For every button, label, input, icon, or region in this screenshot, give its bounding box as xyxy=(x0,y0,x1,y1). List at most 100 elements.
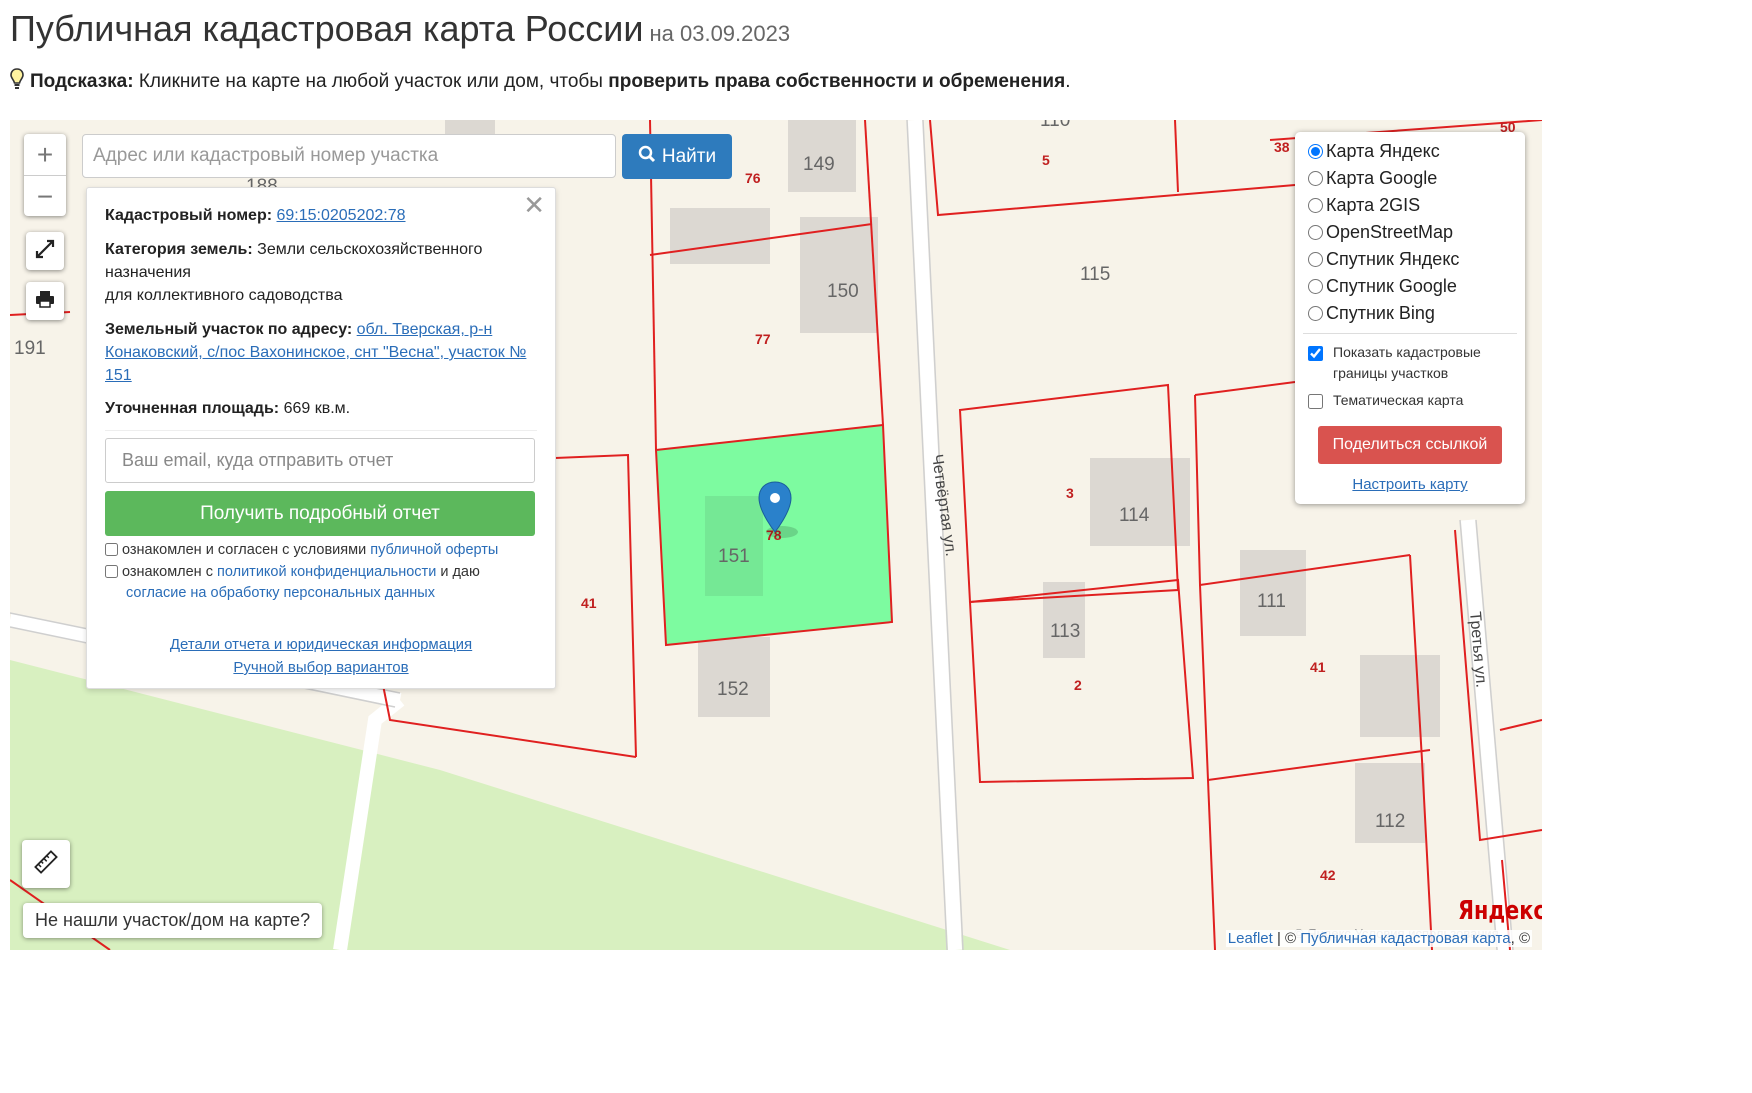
get-report-button[interactable]: Получить подробный отчет xyxy=(105,491,535,536)
layer-option-label: Спутник Яндекс xyxy=(1326,249,1460,269)
layer-radio[interactable] xyxy=(1308,225,1323,240)
zoom-in-button[interactable]: + xyxy=(24,134,66,176)
show-boundaries-line2: границы участков xyxy=(1333,365,1449,381)
layer-option-label: Карта Google xyxy=(1326,168,1438,188)
plot-label: 77 xyxy=(755,331,771,347)
category-label: Категория земель: xyxy=(105,241,253,258)
not-found-button[interactable]: Не нашли участок/дом на карте? xyxy=(23,903,323,938)
thematic-map-option[interactable]: Тематическая карта xyxy=(1308,390,1463,411)
email-field[interactable] xyxy=(105,438,535,483)
layer-option-yandex-map[interactable]: Карта Яндекс xyxy=(1308,141,1440,162)
thematic-map-label: Тематическая карта xyxy=(1333,392,1464,408)
configure-map-link[interactable]: Настроить карту xyxy=(1352,476,1467,493)
privacy-policy-link[interactable]: политикой конфиденциальности xyxy=(217,564,436,580)
configure-map-row: Настроить карту xyxy=(1295,476,1525,493)
manual-selection-link[interactable]: Ручной выбор вариантов xyxy=(233,659,408,676)
cadastral-number-row: Кадастровый номер: 69:15:0205202:78 xyxy=(105,204,537,227)
plot-label: 41 xyxy=(1310,659,1326,675)
agree-offer-text: ознакомлен и согласен с условиями xyxy=(122,542,367,558)
plot-label: 3 xyxy=(1066,485,1074,501)
layer-option-label: Спутник Bing xyxy=(1326,303,1435,323)
show-boundaries-line1: Показать кадастровые xyxy=(1333,344,1481,360)
house-label: 114 xyxy=(1119,505,1150,526)
house-label: 150 xyxy=(827,281,859,302)
area-row: Уточненная площадь: 669 кв.м. xyxy=(105,397,537,420)
land-category-row: Категория земель: Земли сельскохозяйстве… xyxy=(105,238,537,307)
category-line1: Земли сельскохозяйственного xyxy=(257,241,483,258)
attribution-tail: , © xyxy=(1510,930,1530,947)
hint-bar: Подсказка: Кликните на карте на любой уч… xyxy=(10,68,1070,96)
printer-icon xyxy=(35,289,55,314)
plot-label: 76 xyxy=(745,170,761,186)
layer-option-yandex-sat[interactable]: Спутник Яндекс xyxy=(1308,249,1459,270)
manual-link-row: Ручной выбор вариантов xyxy=(87,656,555,679)
search-icon xyxy=(638,145,656,169)
layer-radio[interactable] xyxy=(1308,252,1323,267)
print-button[interactable] xyxy=(26,282,64,320)
popup-divider xyxy=(105,430,537,431)
agree-offer-checkbox[interactable] xyxy=(105,543,118,556)
ruler-icon xyxy=(34,849,58,879)
plot-label: 5 xyxy=(1042,152,1050,168)
plot-label: 42 xyxy=(1320,867,1336,883)
pkk-link[interactable]: Публичная кадастровая карта xyxy=(1300,930,1510,947)
search-button[interactable]: Найти xyxy=(622,134,732,179)
layer-radio[interactable] xyxy=(1308,171,1323,186)
plot-label: 2 xyxy=(1074,677,1082,693)
layer-separator xyxy=(1303,333,1517,334)
category-line2: назначения xyxy=(105,264,191,281)
show-boundaries-option[interactable]: Показать кадастровые границы участков xyxy=(1308,342,1481,384)
layer-radio[interactable] xyxy=(1308,306,1323,321)
leaflet-link[interactable]: Leaflet xyxy=(1228,930,1273,947)
plot-label: 38 xyxy=(1274,139,1290,155)
cadastral-number-link[interactable]: 69:15:0205202:78 xyxy=(277,207,406,224)
layer-radio[interactable] xyxy=(1308,144,1323,159)
area-value: 669 кв.м. xyxy=(283,400,351,417)
lightbulb-icon xyxy=(10,68,24,96)
map-container[interactable]: 76 77 5 38 50 3 2 41 41 42 78 149 150 15… xyxy=(10,120,1542,950)
house-label: 151 xyxy=(718,546,750,567)
show-boundaries-checkbox[interactable] xyxy=(1308,346,1323,361)
personal-data-consent-link[interactable]: согласие на обработку персональных данны… xyxy=(126,585,435,601)
share-link-button[interactable]: Поделиться ссылкой xyxy=(1318,426,1502,464)
street-label: Третья ул. xyxy=(1466,611,1490,689)
yandex-logo: Яндекс xyxy=(1458,896,1542,926)
house-label: 113 xyxy=(1050,621,1080,642)
fullscreen-button[interactable] xyxy=(26,232,64,270)
house-label: 115 xyxy=(1080,264,1110,285)
house-label: 191 xyxy=(14,338,46,359)
house-label: 110 xyxy=(1040,120,1070,131)
zoom-control: + − xyxy=(24,134,66,216)
layer-option-bing-sat[interactable]: Спутник Bing xyxy=(1308,303,1435,324)
layer-option-osm[interactable]: OpenStreetMap xyxy=(1308,222,1453,243)
house-label: 149 xyxy=(803,154,835,175)
plot-label: 41 xyxy=(581,595,597,611)
house-label: 111 xyxy=(1257,591,1286,612)
hint-end: . xyxy=(1065,71,1071,92)
ruler-button[interactable] xyxy=(22,840,70,888)
layer-radio[interactable] xyxy=(1308,279,1323,294)
address-link-1[interactable]: обл. Тверская, р-н xyxy=(357,321,493,338)
zoom-out-button[interactable]: − xyxy=(24,176,66,217)
layer-option-2gis-map[interactable]: Карта 2GIS xyxy=(1308,195,1420,216)
layer-radio[interactable] xyxy=(1308,198,1323,213)
page-date: на 03.09.2023 xyxy=(649,21,791,46)
agree-privacy-row: ознакомлен с политикой конфиденциальност… xyxy=(105,562,480,604)
address-link-2[interactable]: Конаковский, с/пос Вахонинское, снт "Вес… xyxy=(105,344,526,361)
agree-privacy-text2: и даю xyxy=(440,564,480,580)
public-offer-link[interactable]: публичной оферты xyxy=(370,542,498,558)
report-details-link[interactable]: Детали отчета и юридическая информация xyxy=(170,636,472,653)
house-label: 112 xyxy=(1375,811,1405,832)
layer-option-label: Спутник Google xyxy=(1326,276,1457,296)
page-title-text: Публичная кадастровая карта России xyxy=(10,8,644,49)
thematic-map-checkbox[interactable] xyxy=(1308,394,1323,409)
agree-privacy-checkbox[interactable] xyxy=(105,565,118,578)
search-input[interactable] xyxy=(82,134,616,178)
address-link-3[interactable]: 151 xyxy=(105,367,132,384)
layer-option-google-map[interactable]: Карта Google xyxy=(1308,168,1437,189)
hint-label: Подсказка: xyxy=(30,71,134,92)
show-boundaries-label: Показать кадастровые границы участков xyxy=(1333,342,1481,384)
agree-offer-row: ознакомлен и согласен с условиями публич… xyxy=(105,540,498,561)
house-label: 152 xyxy=(717,679,749,700)
layer-option-google-sat[interactable]: Спутник Google xyxy=(1308,276,1457,297)
